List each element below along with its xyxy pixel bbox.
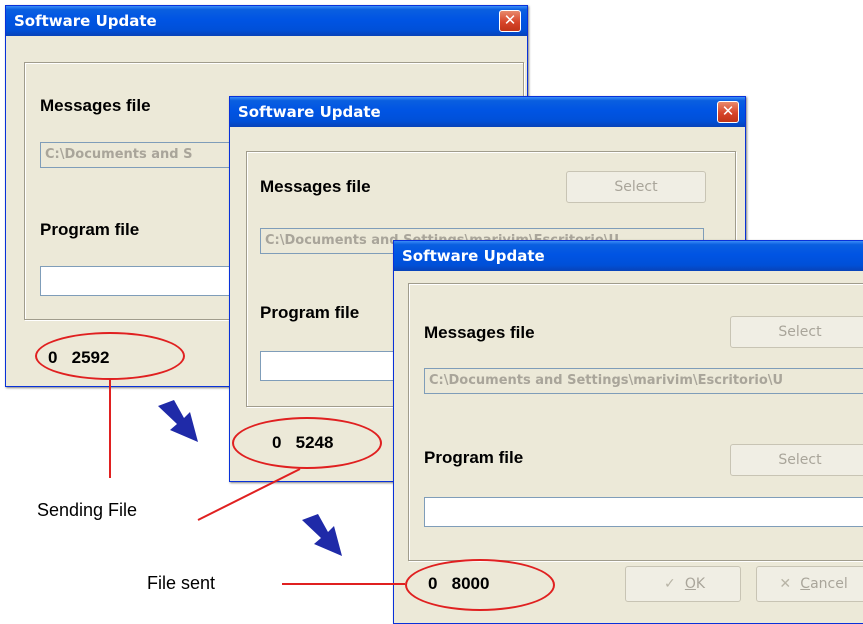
cancel-label-rest: ancel [810,576,848,592]
dialog-1-title: Software Update [14,12,157,30]
dialog-1-program-label: Program file [40,220,140,239]
dialog-1-titlebar[interactable]: Software Update [6,6,527,36]
close-icon[interactable]: ✕ [499,10,521,32]
dialog-1-messages-label: Messages file [40,96,151,115]
dialog-3-program-select-button[interactable]: Select [730,444,863,476]
dialog-2-title: Software Update [238,103,381,121]
counter-oval-2 [232,417,382,469]
dialog-3-select-button[interactable]: Select [730,316,863,348]
ok-button[interactable]: ✓ OK [625,566,741,602]
arrow-icon [302,514,342,556]
dialog-3-messages-label: Messages file [424,323,535,342]
file-sent-label: File sent [147,573,216,593]
check-icon: ✓ [664,576,676,592]
arrow-icon [158,400,198,442]
dialog-2-messages-label: Messages file [260,177,371,196]
sending-file-label: Sending File [37,500,138,520]
dialog-3-messages-path: C:\Documents and Settings\marivim\Escrit… [424,368,863,394]
dialog-2-select-button[interactable]: Select [566,171,706,203]
dialog-3-program-field[interactable] [424,497,863,527]
counter-oval-3 [405,559,555,611]
ok-mnemonic: O [684,576,696,592]
dialog-3-title: Software Update [402,247,545,265]
cancel-button[interactable]: ✕ Cancel [756,566,863,602]
counter-oval-1 [35,332,185,380]
close-icon[interactable]: ✕ [717,101,739,123]
dialog-3-titlebar[interactable]: Software Update [394,241,863,271]
dialog-2-program-label: Program file [260,303,360,322]
dialog-2-titlebar[interactable]: Software Update [230,97,745,127]
ok-label-rest: K [695,576,706,592]
dialog-3-program-label: Program file [424,448,524,467]
cancel-mnemonic: C [800,576,811,592]
x-icon: ✕ [779,576,792,592]
